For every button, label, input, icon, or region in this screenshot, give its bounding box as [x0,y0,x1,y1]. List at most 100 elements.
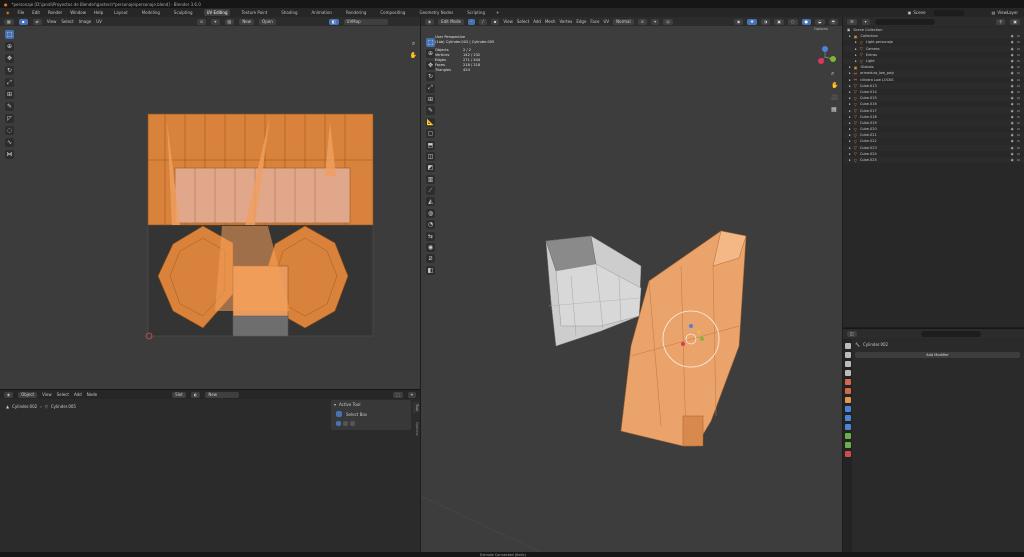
collapse-icon[interactable]: ▾ [334,402,336,407]
camera-icon[interactable]: ▭ [1017,102,1020,106]
filter-icon[interactable]: ⚲ [996,18,1006,25]
expand-chevron-icon[interactable]: ▸ [849,152,851,156]
vp-menu-mesh[interactable]: Mesh [545,19,556,24]
face-select-icon[interactable]: ▪ [490,18,500,25]
vp-menu-select[interactable]: Select [517,19,529,24]
expand-chevron-icon[interactable]: ▸ [849,90,851,94]
editor-type-icon[interactable]: ▦ [4,18,14,25]
editor-type-icon[interactable]: ◈ [4,391,14,398]
eye-icon[interactable]: ◉ [1011,78,1014,82]
expand-chevron-icon[interactable]: ▸ [849,121,851,125]
camera-icon[interactable]: ▭ [1017,158,1020,162]
camera-icon[interactable]: ▭ [1017,90,1020,94]
uv-sync-icon[interactable]: ⇄ [32,18,42,25]
tab-rendering[interactable]: Rendering [343,9,369,16]
camera-icon[interactable]: ▭ [1017,65,1020,69]
tab-sculpting[interactable]: Sculpting [171,9,196,16]
mode-extend-icon[interactable] [343,421,348,426]
orientation-dropdown[interactable]: Normal [613,18,634,25]
vp-menu-face[interactable]: Face [590,19,599,24]
uv-editor[interactable]: ▦ ▪ ⇄ View Select Image UV ⊙ ⌖ ▨ New Ope… [0,17,420,389]
eye-icon[interactable]: ◉ [1011,84,1014,88]
eye-icon[interactable]: ◉ [1011,152,1014,156]
shader-editor[interactable]: ◈ Object View Select Add Node Slot ◐ New… [0,389,420,557]
add-workspace-icon[interactable]: + [496,10,499,15]
expand-chevron-icon[interactable]: ▸ [849,109,851,113]
eye-icon[interactable]: ◉ [1011,71,1014,75]
camera-icon[interactable]: ▭ [1017,152,1020,156]
expand-chevron-icon[interactable]: ▸ [849,133,851,137]
properties-editor[interactable]: ◫ 🔧 Cylinder.002 Add Modifier [843,328,1024,557]
uv-display-icon[interactable]: ◧ [328,18,339,25]
eye-icon[interactable]: ◉ [1011,90,1014,94]
tab-compositing[interactable]: Compositing [377,9,408,16]
node-menu-node[interactable]: Node [87,392,97,397]
expand-chevron-icon[interactable]: ▸ [849,102,851,106]
output-tab-icon[interactable] [844,361,851,367]
pivot-icon[interactable]: ⊙ [637,18,647,25]
tab-scripting[interactable]: Scripting [464,9,488,16]
expand-chevron-icon[interactable]: ▸ [849,65,851,69]
node-menu-view[interactable]: View [42,392,52,397]
modifier-tab-icon[interactable] [844,406,851,412]
eye-icon[interactable]: ◉ [1011,115,1014,119]
physics-tab-icon[interactable] [844,424,851,430]
new-image-button[interactable]: New [239,18,255,25]
tab-uv-editing[interactable]: UV Editing [203,9,231,16]
add-modifier-button[interactable]: Add Modifier [855,352,1020,358]
side-tab-tool[interactable]: Tool [413,402,419,413]
properties-search-input[interactable] [920,330,981,337]
eye-icon[interactable]: ◉ [1011,65,1014,69]
expand-chevron-icon[interactable]: ▸ [849,115,851,119]
snap-icon[interactable]: ⌖ [650,18,660,25]
expand-chevron-icon[interactable]: ▸ [855,40,857,44]
vp-menu-uv[interactable]: UV [603,19,609,24]
new-collection-icon[interactable]: ▣ [1010,18,1020,25]
vp-menu-add[interactable]: Add [533,19,541,24]
editor-type-icon[interactable]: ☰ [847,18,857,25]
menu-help[interactable]: Help [94,10,103,15]
side-tab-options[interactable]: Options [413,420,419,438]
scene-tab-icon[interactable] [844,379,851,385]
menu-file[interactable]: File [18,10,25,15]
expand-chevron-icon[interactable]: ▸ [849,139,851,143]
uv-menu-view[interactable]: View [47,19,57,24]
expand-chevron-icon[interactable]: ▸ [849,96,851,100]
expand-chevron-icon[interactable]: ▸ [849,71,851,75]
camera-icon[interactable]: ▭ [1017,84,1020,88]
vp-menu-edge[interactable]: Edge [576,19,586,24]
uv-canvas[interactable] [0,26,420,389]
render-tab-icon[interactable] [844,352,851,358]
eye-icon[interactable]: ◉ [1011,133,1014,137]
menu-window[interactable]: Window [70,10,86,15]
slot-dropdown[interactable]: Slot [172,391,186,398]
node-menu-select[interactable]: Select [57,392,69,397]
object-tab-icon[interactable] [844,397,851,403]
camera-icon[interactable]: ▭ [1017,34,1020,38]
tab-geometry-nodes[interactable]: Geometry Nodes [416,9,456,16]
world-tab-icon[interactable] [844,388,851,394]
edge-select-icon[interactable]: / [479,18,487,25]
expand-chevron-icon[interactable]: ▸ [855,59,857,63]
camera-icon[interactable]: ▭ [1017,53,1020,57]
camera-icon[interactable]: ▭ [1017,40,1020,44]
expand-chevron-icon[interactable]: ▸ [849,34,851,38]
constraints-tab-icon[interactable] [844,433,851,439]
eye-icon[interactable]: ◉ [1011,127,1014,131]
camera-icon[interactable]: ▭ [1017,115,1020,119]
eye-icon[interactable]: ◉ [1011,146,1014,150]
camera-icon[interactable]: ▭ [1017,127,1020,131]
shading-render-icon[interactable]: ◓ [828,18,838,25]
uv-menu-uv[interactable]: UV [96,19,102,24]
view-layer-tab-icon[interactable] [844,370,851,376]
eye-icon[interactable]: ◉ [1011,34,1014,38]
eye-icon[interactable]: ◉ [1011,158,1014,162]
node-menu-add[interactable]: Add [74,392,82,397]
new-material-button[interactable]: New [205,391,240,398]
material-browse-icon[interactable]: ◐ [190,391,201,398]
camera-icon[interactable]: ▭ [1017,146,1020,150]
pivot-icon[interactable]: ⊙ [196,18,207,25]
eye-icon[interactable]: ◉ [1011,96,1014,100]
3d-viewport[interactable]: ◈ Edit Mode · / ▪ View Select Add Mesh V… [421,17,842,557]
vp-menu-vertex[interactable]: Vertex [559,19,572,24]
